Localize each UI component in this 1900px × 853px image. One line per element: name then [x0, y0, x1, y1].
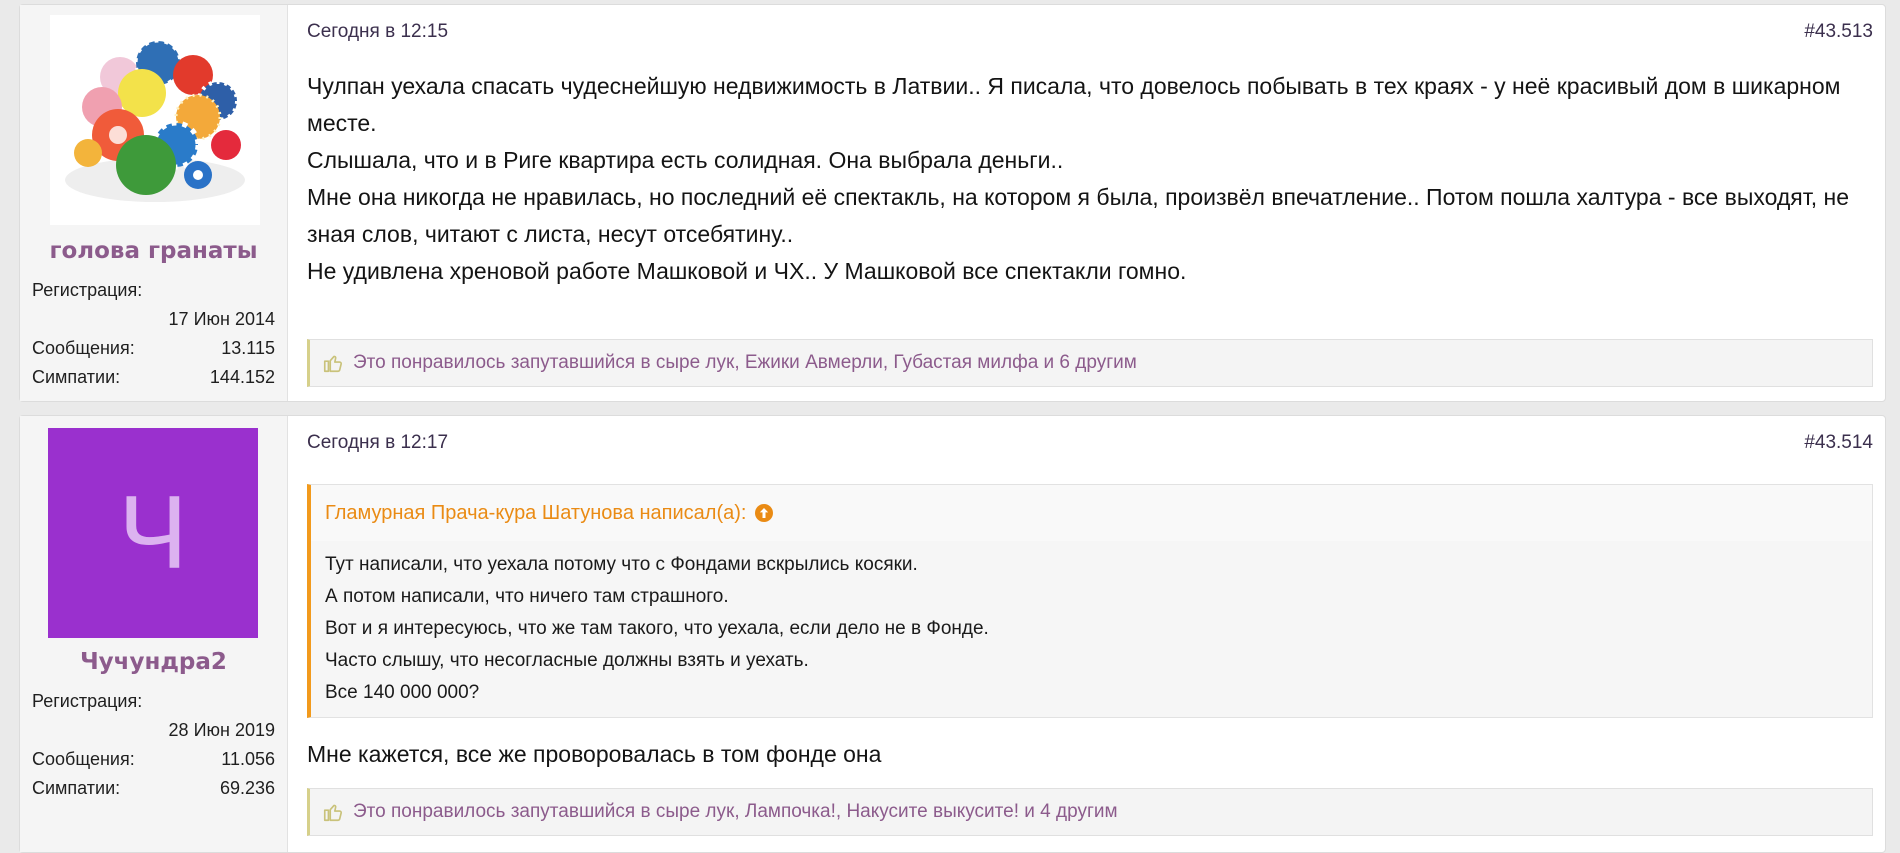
- messages-label: Сообщения:: [32, 749, 135, 769]
- post-number-link[interactable]: #43.513: [1804, 21, 1873, 43]
- post-43514: Ч Чучундра2 Регистрация: 28 Июн 2019 Соо…: [19, 415, 1886, 853]
- post-date-link[interactable]: Сегодня в 12:15: [307, 21, 448, 43]
- quote-line: Тут написали, что уехала потому что с Фо…: [325, 554, 918, 575]
- thumbs-up-icon: [323, 355, 343, 373]
- likes-label: Симпатии:: [32, 778, 121, 798]
- likes-text[interactable]: Это понравилось запутавшийся в сыре лук,…: [353, 801, 1118, 823]
- post-number-link[interactable]: #43.514: [1804, 432, 1873, 454]
- post-date-link[interactable]: Сегодня в 12:17: [307, 432, 448, 454]
- user-info: Ч Чучундра2 Регистрация: 28 Июн 2019 Соо…: [20, 416, 288, 852]
- quote-line: А потом написали, что ничего там страшно…: [325, 586, 729, 607]
- likes-label: Симпатии:: [32, 367, 121, 387]
- post-paragraph: Не удивлена хреновой работе Машковой и Ч…: [307, 258, 1187, 284]
- quote-line: Все 140 000 000?: [325, 682, 480, 703]
- avatar-image: [50, 15, 260, 225]
- avatar[interactable]: Ч: [48, 428, 258, 638]
- registration-label: Регистрация:: [32, 280, 143, 300]
- likes-count: 144.152: [209, 367, 275, 387]
- quote-line: Вот и я интересуюсь, что же там такого, …: [325, 618, 989, 639]
- thumbs-up-icon: [323, 804, 343, 822]
- post-43513: голова гранаты Регистрация: 17 Июн 2014 …: [19, 4, 1886, 402]
- avatar-letter: Ч: [118, 474, 188, 591]
- username[interactable]: голова гранаты: [20, 238, 287, 264]
- message-cell: Сегодня в 12:15 #43.513 Чулпан уехала сп…: [287, 5, 1885, 401]
- quote-author[interactable]: Гламурная Прача-кура Шатунова написал(а)…: [325, 502, 746, 525]
- registration-date: 17 Июн 2014: [168, 309, 275, 329]
- message-cell: Сегодня в 12:17 #43.514 Гламурная Прача-…: [287, 416, 1885, 852]
- registration-date: 28 Июн 2019: [168, 720, 275, 740]
- likes-summary: Это понравилось запутавшийся в сыре лук,…: [307, 339, 1873, 387]
- post-paragraph: Слышала, что и в Риге квартира есть соли…: [307, 147, 1064, 173]
- post-body: Чулпан уехала спасать чудеснейшую недвиж…: [307, 68, 1871, 290]
- post-paragraph: Чулпан уехала спасать чудеснейшую недвиж…: [307, 73, 1841, 136]
- post-body: Мне кажется, все же проворовалась в том …: [307, 736, 1871, 773]
- messages-count: 13.115: [221, 338, 275, 358]
- quote-header: Гламурная Прача-кура Шатунова написал(а)…: [311, 485, 1872, 541]
- post-paragraph: Мне кажется, все же проворовалась в том …: [307, 741, 882, 767]
- messages-label: Сообщения:: [32, 338, 135, 358]
- post-paragraph: Мне она никогда не нравилась, но последн…: [307, 184, 1850, 247]
- quote-block: Гламурная Прача-кура Шатунова написал(а)…: [307, 484, 1873, 718]
- user-info: голова гранаты Регистрация: 17 Июн 2014 …: [20, 5, 288, 401]
- avatar[interactable]: [50, 15, 260, 225]
- quote-body: Тут написали, что уехала потому что с Фо…: [325, 549, 1858, 709]
- likes-summary: Это понравилось запутавшийся в сыре лук,…: [307, 788, 1873, 836]
- likes-count: 69.236: [219, 778, 275, 798]
- username[interactable]: Чучундра2: [20, 649, 287, 675]
- registration-label: Регистрация:: [32, 691, 143, 711]
- likes-text[interactable]: Это понравилось запутавшийся в сыре лук,…: [353, 352, 1137, 374]
- messages-count: 11.056: [221, 749, 275, 769]
- quote-line: Часто слышу, что несогласные должны взят…: [325, 650, 809, 671]
- arrow-up-circle-icon[interactable]: [754, 503, 774, 523]
